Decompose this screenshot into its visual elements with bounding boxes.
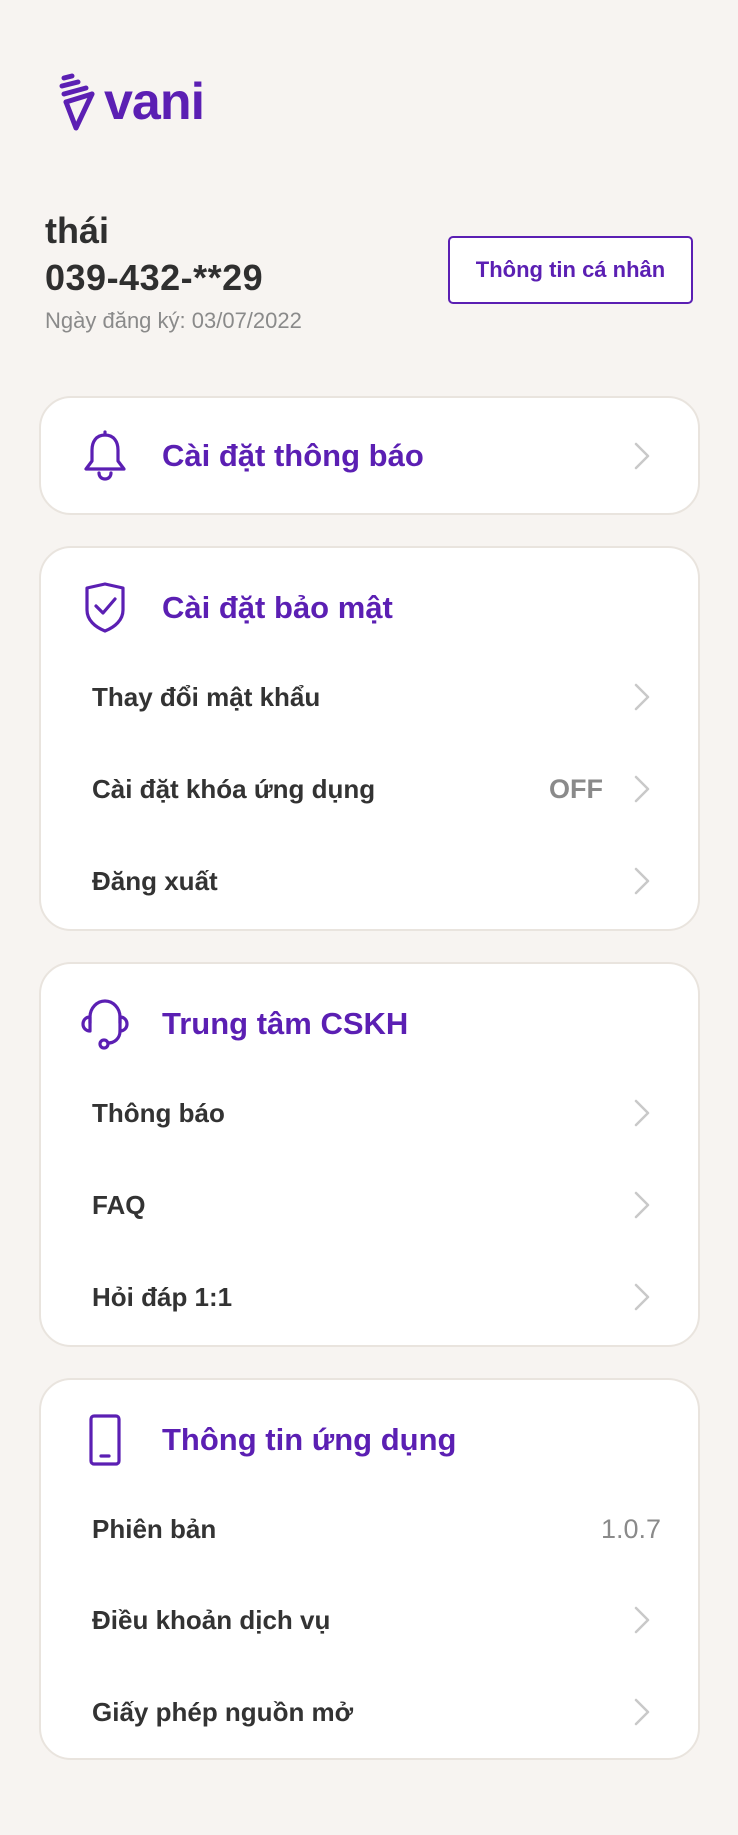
announcements-label: Thông báo [92, 1097, 225, 1128]
faq-label: FAQ [92, 1189, 146, 1220]
notification-settings-card[interactable]: Cài đặt thông báo [39, 396, 700, 515]
settings-page: vani thái 039-432-**29 Ngày đăng ký: 03/… [0, 0, 738, 1835]
registration-date: Ngày đăng ký: 03/07/2022 [45, 308, 302, 333]
smartphone-icon [79, 1414, 131, 1466]
app-info-title: Thông tin ứng dụng [162, 1422, 457, 1457]
vani-logo-text: vani [104, 73, 205, 131]
logout-label: Đăng xuất [92, 865, 218, 896]
version-label: Phiên bản [92, 1513, 217, 1544]
terms-of-service-label: Điều khoản dịch vụ [92, 1604, 331, 1635]
shield-check-icon [79, 582, 131, 634]
profile-summary: thái 039-432-**29 Ngày đăng ký: 03/07/20… [45, 208, 302, 338]
security-settings-header: Cài đặt bảo mật [41, 578, 698, 638]
one-on-one-qa-label: Hỏi đáp 1:1 [92, 1281, 233, 1312]
app-info-header: Thông tin ứng dụng [41, 1410, 698, 1470]
profile-phone: 039-432-**29 [45, 257, 264, 298]
vani-logo-mark-icon [59, 73, 95, 131]
app-lock-row[interactable]: Cài đặt khóa ứng dụng OFF [41, 754, 698, 824]
faq-row[interactable]: FAQ [41, 1170, 698, 1240]
chevron-right-icon [634, 1099, 650, 1127]
chevron-right-icon [634, 683, 650, 711]
chevron-right-icon [634, 867, 650, 895]
chevron-right-icon [634, 442, 650, 470]
chevron-right-icon [634, 1191, 650, 1219]
customer-support-header: Trung tâm CSKH [41, 994, 698, 1054]
notification-settings-title: Cài đặt thông báo [162, 438, 424, 473]
personal-info-button[interactable]: Thông tin cá nhân [448, 236, 693, 304]
open-source-licenses-label: Giấy phép nguồn mở [92, 1696, 354, 1727]
terms-of-service-row[interactable]: Điều khoản dịch vụ [41, 1585, 698, 1655]
version-row: Phiên bản 1.0.7 [41, 1494, 698, 1564]
chevron-right-icon [634, 1698, 650, 1726]
change-password-label: Thay đổi mật khẩu [92, 681, 321, 712]
chevron-right-icon [634, 1606, 650, 1634]
announcements-row[interactable]: Thông báo [41, 1078, 698, 1148]
open-source-licenses-row[interactable]: Giấy phép nguồn mở [41, 1677, 698, 1747]
bell-icon [79, 430, 131, 482]
app-info-card: Thông tin ứng dụng Phiên bản 1.0.7 Điều … [39, 1378, 700, 1760]
headset-icon [79, 998, 131, 1050]
customer-support-card: Trung tâm CSKH Thông báo FAQ Hỏi đáp 1:1 [39, 962, 700, 1347]
one-on-one-qa-row[interactable]: Hỏi đáp 1:1 [41, 1262, 698, 1332]
logout-row[interactable]: Đăng xuất [41, 846, 698, 916]
notification-settings-header: Cài đặt thông báo [41, 426, 698, 486]
customer-support-title: Trung tâm CSKH [162, 1006, 409, 1041]
app-lock-status: OFF [549, 773, 603, 804]
chevron-right-icon [634, 775, 650, 803]
vani-logo: vani [58, 72, 205, 132]
version-value: 1.0.7 [600, 1513, 661, 1544]
profile-name: thái [45, 210, 110, 251]
app-lock-label: Cài đặt khóa ứng dụng [92, 773, 376, 804]
security-settings-card: Cài đặt bảo mật Thay đổi mật khẩu Cài đặ… [39, 546, 700, 931]
chevron-right-icon [634, 1283, 650, 1311]
security-settings-title: Cài đặt bảo mật [162, 590, 393, 625]
change-password-row[interactable]: Thay đổi mật khẩu [41, 662, 698, 732]
